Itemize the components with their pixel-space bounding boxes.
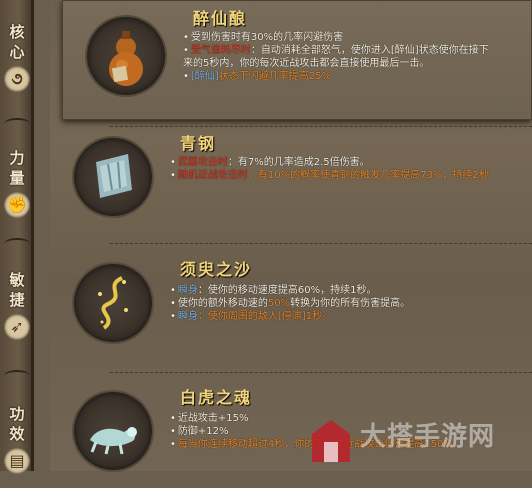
sidebar-tab-agility[interactable]: 敏 捷 ➶	[0, 270, 34, 340]
desc-segment: ：使你周围的敌人[停滞]1秒。	[197, 311, 333, 322]
item-row-drunken-immortal-brew[interactable]: 醉仙酿 • 受到伤害时有30%的几率闪避伤害 • 受气值耗尽时：自动消耗全部怒气，使…	[62, 0, 532, 120]
sidebar-tab-label: 力	[9, 149, 25, 167]
fist-icon: ✊	[4, 192, 30, 218]
desc-segment: 防御+12%	[177, 426, 229, 437]
item-name: 白虎之魂	[180, 388, 253, 407]
sidebar-tab-label: 量	[9, 169, 25, 187]
desc-line: • 受气值耗尽时：自动消耗全部怒气，使你进入[醉仙]状态使你在接下	[183, 45, 489, 56]
row-divider	[110, 372, 532, 373]
sidebar-tab-label: 敏	[9, 271, 25, 289]
watermark-logo-icon	[312, 420, 350, 462]
desc-line: • [醉仙]状态下闪避几率提高25%	[183, 71, 331, 82]
item-row-sands-of-time[interactable]: 须臾之沙 • 瞬身：使你的移动速度提高60%，持续1秒。 • 使你的额外移动速的50…	[50, 250, 532, 362]
desc-line: • 随机近战攻击时：有10%的概率使青钢的触发几率提高73%，持续2秒	[170, 170, 489, 181]
sidebar-tab-label: 效	[9, 425, 25, 443]
desc-segment: 近战攻击+15%	[177, 413, 249, 424]
desc-line: • 武器攻击时：有7%的几率造成2.5倍伤害。	[170, 157, 370, 168]
row-divider	[110, 243, 532, 244]
desc-segment: ：有7%的几率造成2.5倍伤害。	[227, 157, 370, 168]
ornament-divider	[4, 370, 30, 382]
desc-segment: 受气值耗尽时	[190, 45, 251, 56]
desc-segment: 转换为你的所有伤害提高。	[290, 298, 411, 309]
desc-line: 来的5秒内，你的每次近战攻击都会直接使用最后一击。	[183, 57, 489, 70]
ornament-divider	[4, 118, 30, 130]
desc-segment: 武器攻击时	[177, 157, 228, 168]
desc-segment: ：使你的移动速度提高60%，持续1秒。	[197, 285, 377, 296]
item-name: 须臾之沙	[180, 260, 253, 279]
category-sidebar: 核 心 ૭ 力 量 ✊ 敏 捷 ➶ 功 效 ▤	[0, 0, 34, 474]
sidebar-tab-label: 功	[9, 405, 25, 423]
item-name: 青钢	[180, 134, 217, 153]
desc-line: • 瞬身：使你的移动速度提高60%，持续1秒。	[170, 285, 377, 296]
white-tiger-icon	[74, 392, 152, 470]
sidebar-tab-strength[interactable]: 力 量 ✊	[0, 148, 34, 218]
item-list-panel: 醉仙酿 • 受到伤害时有30%的几率闪避伤害 • 受气值耗尽时：自动消耗全部怒气，使…	[50, 0, 532, 471]
item-description: • 瞬身：使你的移动速度提高60%，持续1秒。 • 使你的额外移动速的50%转换为你…	[170, 284, 410, 323]
desc-segment: 受到伤害时有30%的几率闪避伤害	[190, 32, 344, 43]
gourd-icon	[87, 17, 165, 95]
desc-segment: 50%	[267, 298, 291, 309]
site-watermark: 大搭手游网	[300, 410, 532, 471]
item-description: • 武器攻击时：有7%的几率造成2.5倍伤害。 • 随机近战攻击时：有10%的概率使…	[170, 156, 489, 182]
row-divider	[110, 126, 532, 127]
swirl-icon: ૭	[4, 66, 30, 92]
desc-segment: ：有10%的概率使青钢的触发几率提高73%，持续2秒	[247, 170, 489, 181]
ornament-divider	[4, 238, 30, 250]
steel-shard-icon	[74, 138, 152, 216]
watermark-text: 大搭手游网	[360, 422, 496, 452]
desc-segment: 状态下闪避几率提高25%	[218, 71, 331, 82]
desc-line: • 使你的额外移动速的50%转换为你的所有伤害提高。	[170, 298, 411, 309]
sand-swirl-icon	[74, 264, 152, 342]
sidebar-tab-label: 心	[9, 43, 25, 61]
desc-line: • 瞬身：使你周围的敌人[停滞]1秒。	[170, 311, 333, 322]
desc-line: • 受到伤害时有30%的几率闪避伤害	[183, 32, 344, 43]
item-row-green-steel[interactable]: 青钢 • 武器攻击时：有7%的几率造成2.5倍伤害。 • 随机近战攻击时：有10%的…	[50, 130, 532, 242]
desc-segment: [醉仙]	[190, 71, 219, 82]
sidebar-tab-label: 捷	[9, 291, 25, 309]
desc-segment: 随机近战攻击时	[177, 170, 248, 181]
sidebar-tab-efficacy[interactable]: 功 效 ▤	[0, 404, 34, 474]
desc-segment: ：自动消耗全部怒气，使你进入[醉仙]状态使你在接下	[250, 45, 489, 56]
desc-segment: 瞬身	[177, 311, 198, 322]
feather-icon: ➶	[4, 314, 30, 340]
item-description: • 受到伤害时有30%的几率闪避伤害 • 受气值耗尽时：自动消耗全部怒气，使你进入[…	[183, 31, 489, 83]
item-name: 醉仙酿	[193, 9, 248, 28]
desc-segment: 来的5秒内，你的每次近战攻击都会直接使用最后一击。	[183, 58, 430, 69]
book-icon: ▤	[4, 448, 30, 474]
desc-segment: 使你的额外移动速的	[177, 298, 268, 309]
sidebar-tab-core[interactable]: 核 心 ૭	[0, 22, 34, 92]
sidebar-tab-label: 核	[9, 23, 25, 41]
desc-segment: 瞬身	[177, 285, 198, 296]
